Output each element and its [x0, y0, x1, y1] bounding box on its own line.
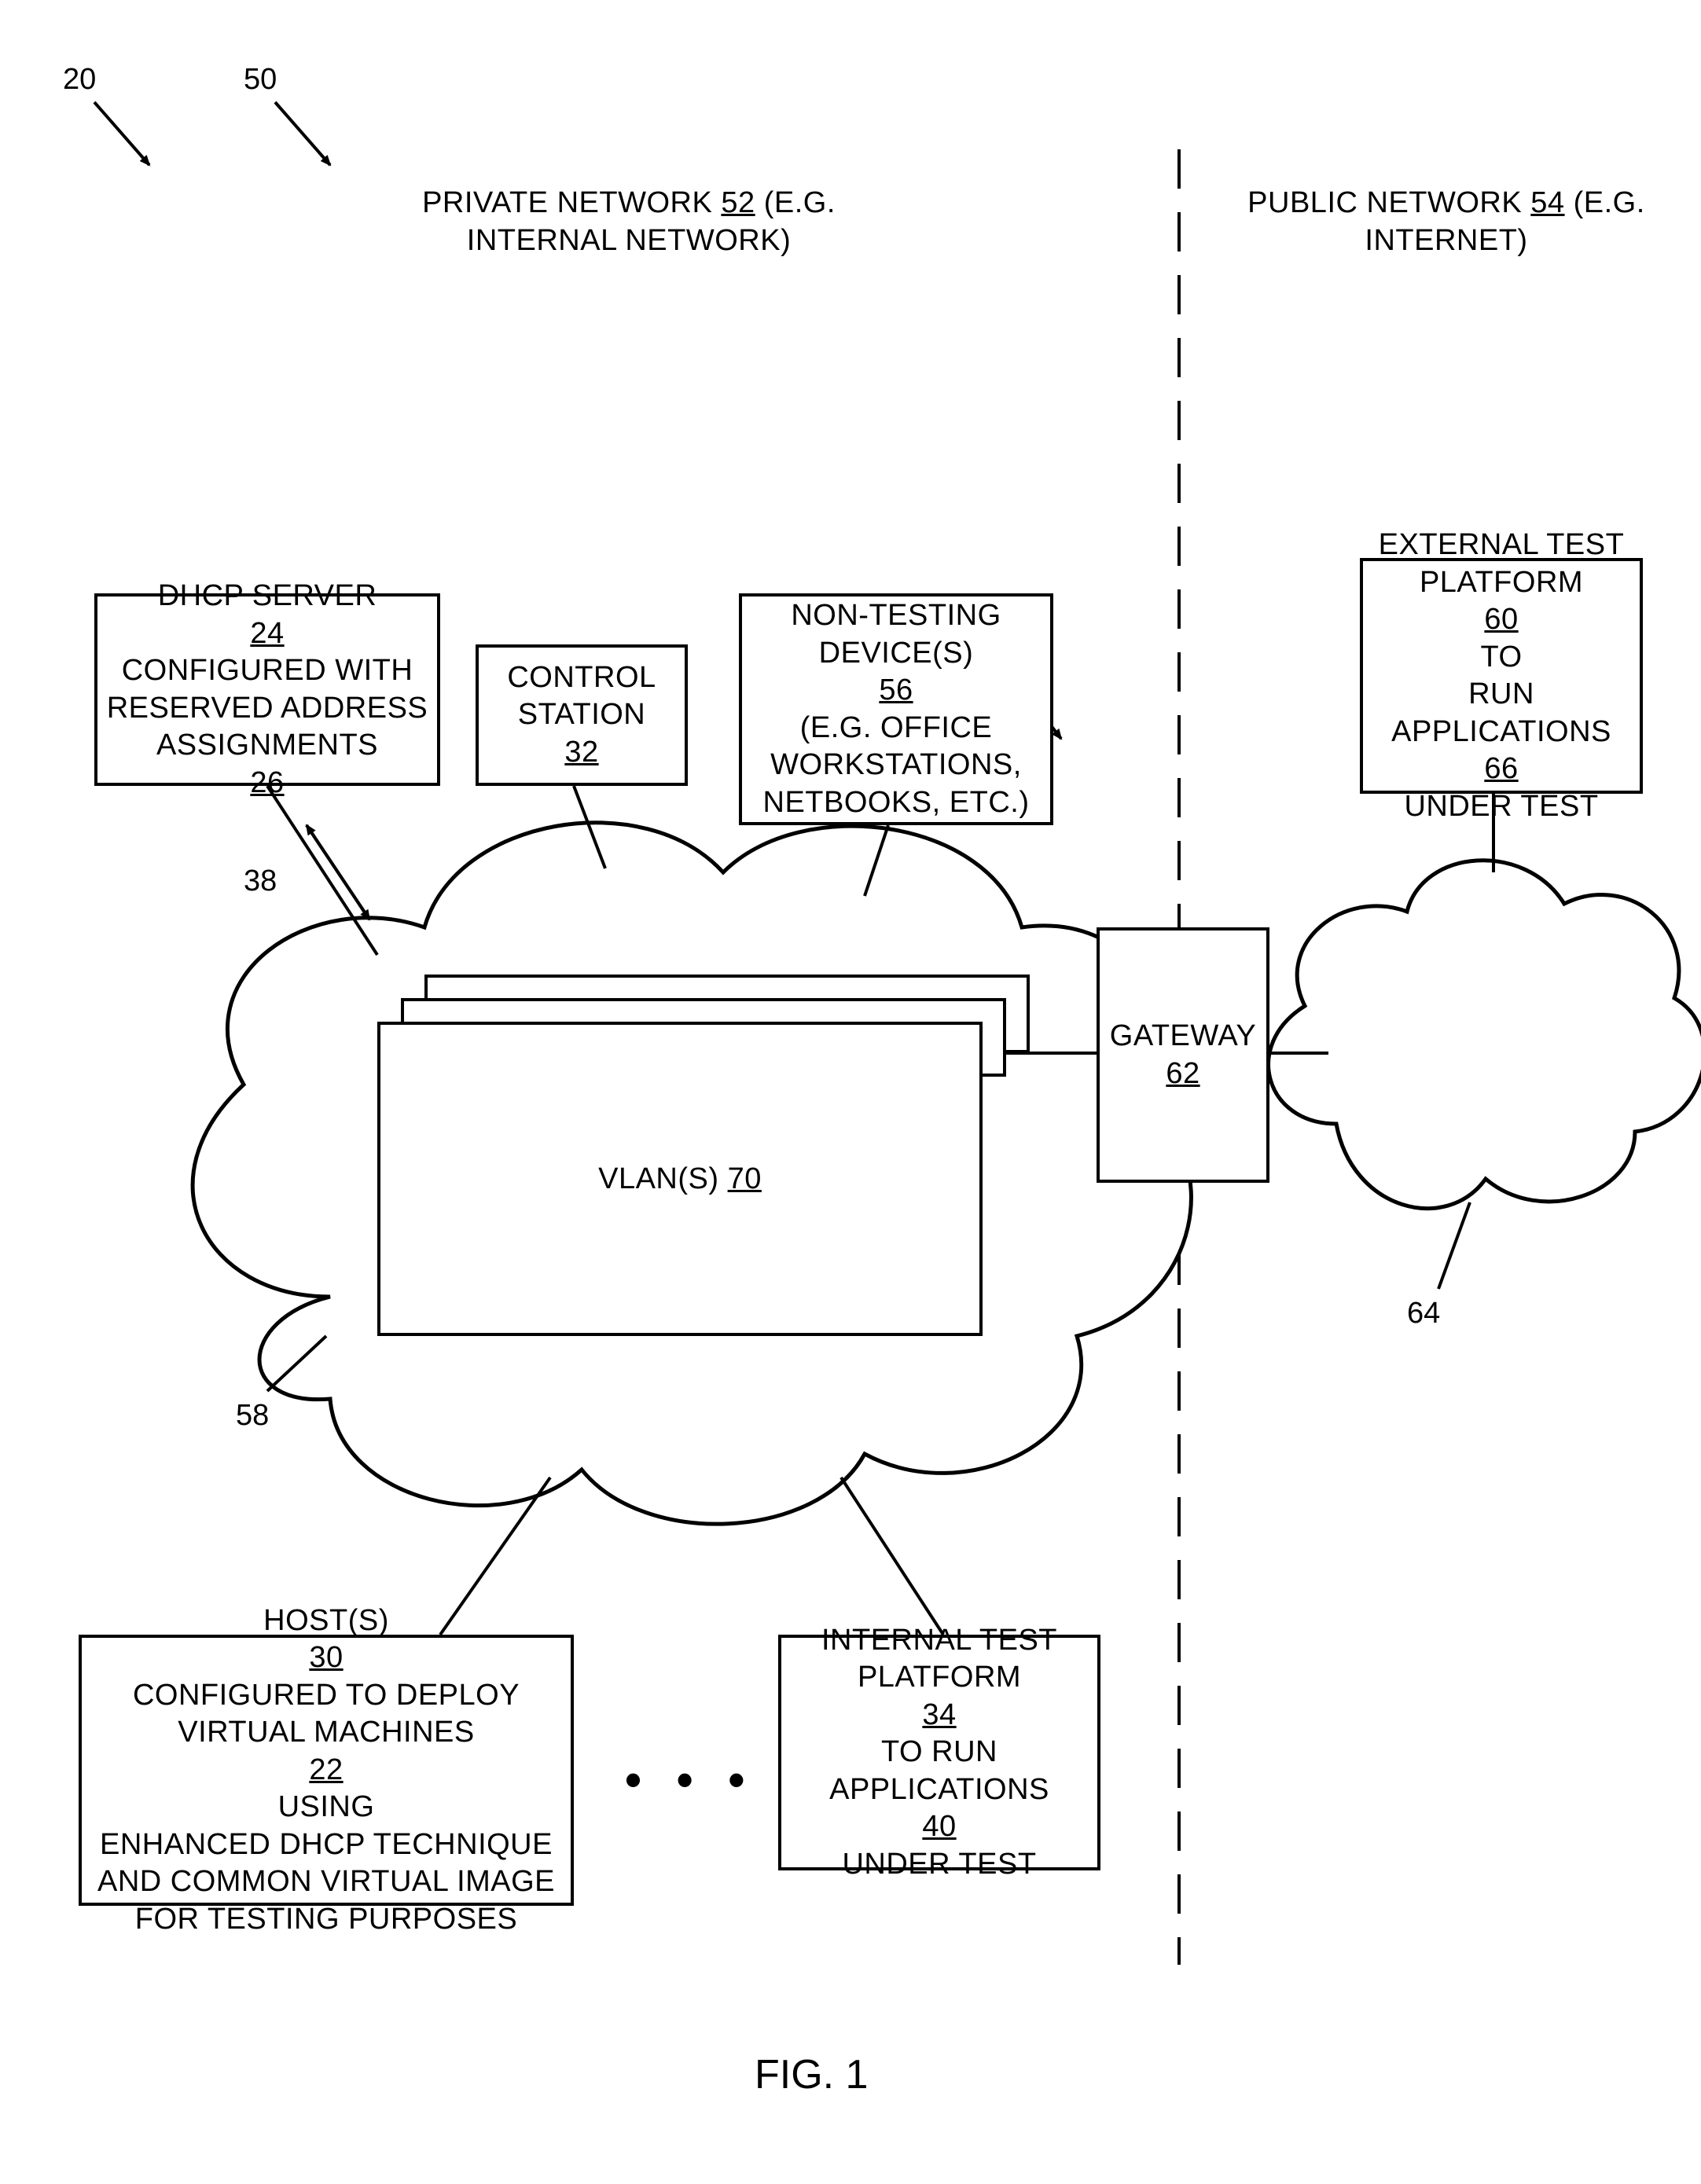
- control-station-box: CONTROL STATION 32: [476, 644, 688, 786]
- private-network-label: PRIVATE NETWORK 52 (E.G. INTERNAL NETWOR…: [393, 185, 865, 259]
- diagram-stage: PRIVATE NETWORK 52 (E.G. INTERNAL NETWOR…: [0, 0, 1701, 2184]
- external-test-box: EXTERNAL TEST PLATFORM 60 TO RUN APPLICA…: [1360, 558, 1643, 794]
- public-network-label: PUBLIC NETWORK 54 (E.G. INTERNET): [1226, 185, 1666, 259]
- hosts-box: HOST(S) 30 CONFIGURED TO DEPLOY VIRTUAL …: [79, 1635, 574, 1906]
- dhcp-server-box: DHCP SERVER 24 CONFIGURED WITH RESERVED …: [94, 593, 440, 786]
- ref-38: 38: [244, 864, 277, 898]
- ref-20: 20: [63, 63, 96, 97]
- ref-58: 58: [236, 1399, 269, 1433]
- figure-caption: FIG. 1: [755, 2051, 868, 2098]
- non-testing-box: NON-TESTING DEVICE(S) 56 (E.G. OFFICE WO…: [739, 593, 1053, 825]
- cloud-public: [1269, 861, 1701, 1209]
- ellipsis: • • •: [625, 1753, 755, 1807]
- internal-test-box: INTERNAL TEST PLATFORM 34 TO RUN APPLICA…: [778, 1635, 1100, 1870]
- ref-50: 50: [244, 63, 277, 97]
- gateway-box: GATEWAY 62: [1097, 927, 1269, 1183]
- ref-64: 64: [1407, 1297, 1440, 1331]
